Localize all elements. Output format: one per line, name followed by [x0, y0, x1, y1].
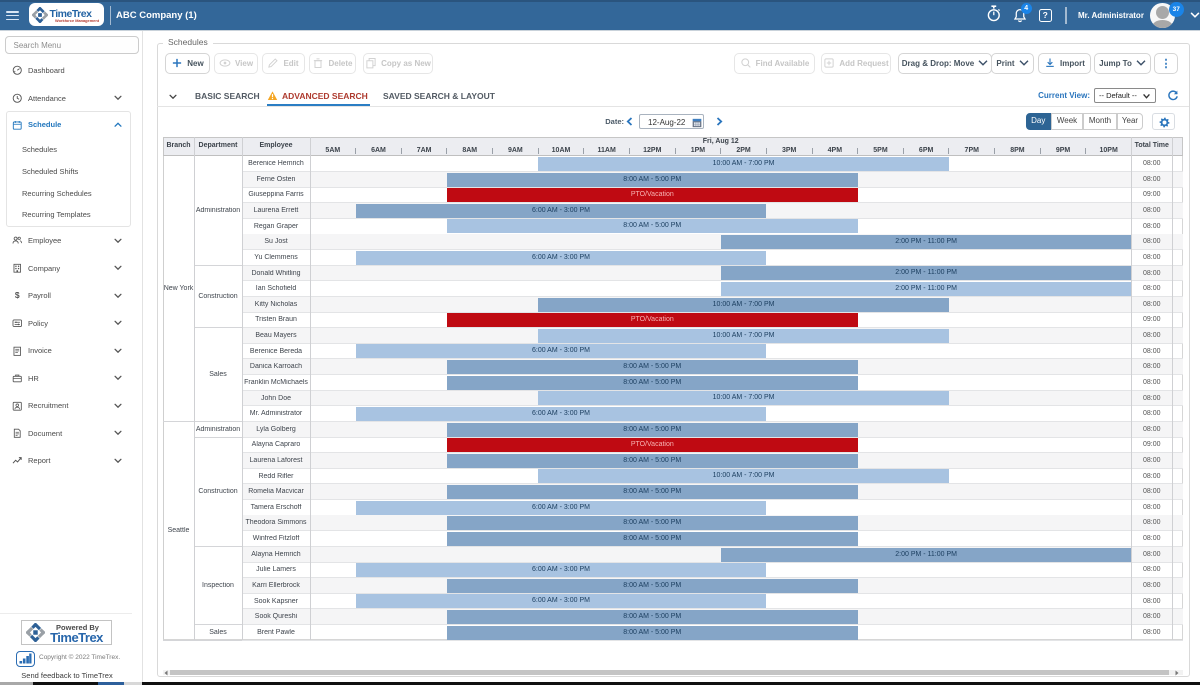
svg-text:$: $	[15, 291, 20, 301]
